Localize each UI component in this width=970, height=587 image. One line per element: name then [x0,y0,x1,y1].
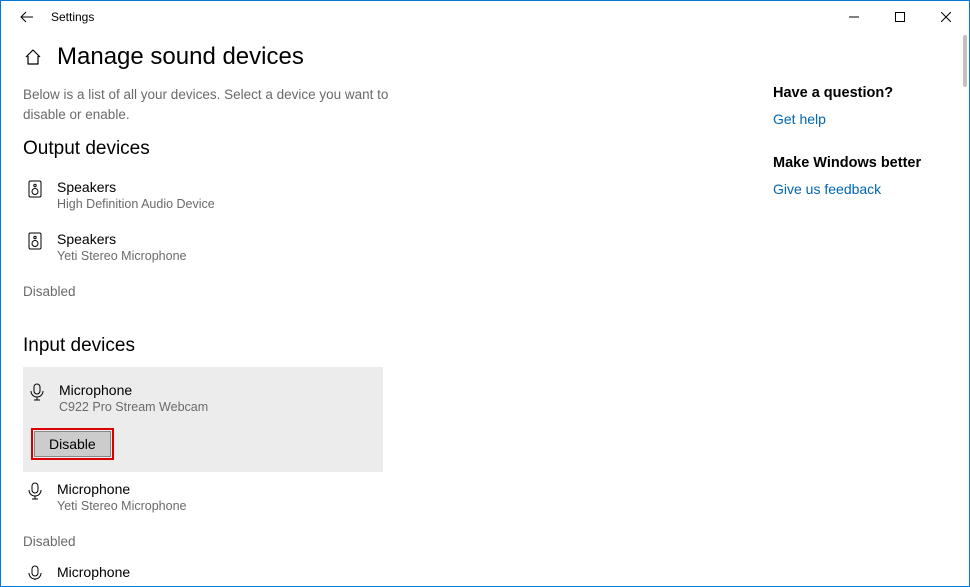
page-header: Manage sound devices [1,33,969,85]
speaker-icon [25,179,45,199]
sidebar: Have a question? Get help Make Windows b… [743,85,947,580]
device-name: Speakers [57,178,215,196]
help-heading: Have a question? [773,85,947,101]
device-sub: Yeti Stereo Microphone [57,248,186,266]
device-sub: High Definition Audio Device [57,196,215,214]
device-sub: C922 Pro Stream Webcam [59,399,208,417]
input-device-item[interactable]: Microphone Yeti Stereo Microphone [23,472,383,524]
close-button[interactable] [923,1,969,33]
output-device-item[interactable]: Speakers High Definition Audio Device [23,170,383,222]
page-title: Manage sound devices [57,43,304,71]
disabled-section-label: Disabled [23,278,743,305]
maximize-icon [895,12,905,22]
get-help-link[interactable]: Get help [773,111,947,127]
window-title: Settings [51,10,94,24]
minimize-button[interactable] [831,1,877,33]
highlight-annotation: Disable [31,428,114,460]
device-sub: Yeti Stereo Microphone [57,498,186,516]
input-device-item-disabled[interactable]: Microphone High Definition Audio Device [23,555,383,580]
device-name: Microphone [57,563,215,580]
device-name: Microphone [59,381,208,399]
microphone-icon [27,382,47,402]
input-device-item-selected[interactable]: Microphone C922 Pro Stream Webcam [23,367,383,429]
input-devices-heading: Input devices [23,335,743,357]
disabled-section-label: Disabled [23,528,743,555]
device-name: Microphone [57,480,186,498]
output-device-item[interactable]: Speakers Yeti Stereo Microphone [23,222,383,274]
feedback-heading: Make Windows better [773,155,947,171]
window-controls [831,1,969,33]
disable-button[interactable]: Disable [34,431,111,457]
minimize-icon [849,12,859,22]
device-action-area: Disable [23,428,383,472]
speaker-icon [25,231,45,251]
microphone-icon [25,564,45,580]
scrollbar-thumb[interactable] [963,35,967,87]
back-button[interactable] [11,1,43,33]
close-icon [941,12,951,22]
arrow-left-icon [20,10,34,24]
output-devices-heading: Output devices [23,138,743,160]
maximize-button[interactable] [877,1,923,33]
give-feedback-link[interactable]: Give us feedback [773,181,947,197]
home-icon[interactable] [23,47,43,67]
titlebar: Settings [1,1,969,33]
main-content: Below is a list of all your devices. Sel… [23,85,743,580]
microphone-icon [25,481,45,501]
page-description: Below is a list of all your devices. Sel… [23,85,393,124]
device-name: Speakers [57,230,186,248]
